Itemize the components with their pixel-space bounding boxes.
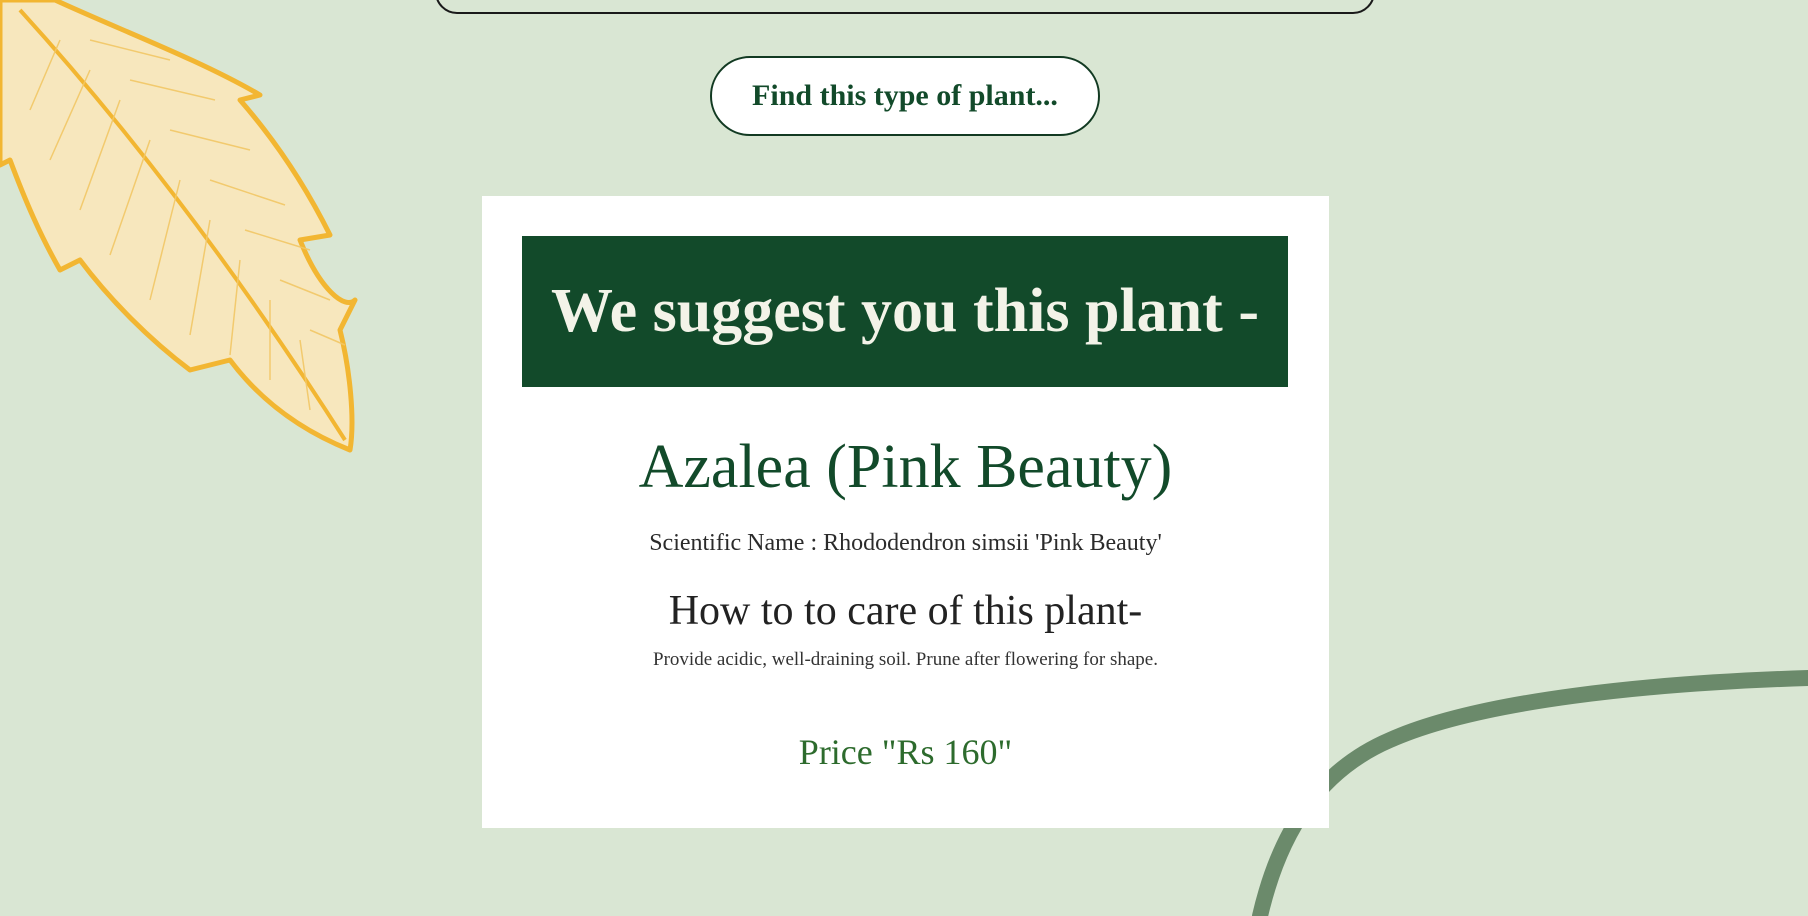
price-value: "Rs 160" <box>881 732 1013 772</box>
scientific-name: Scientific Name : Rhododendron simsii 'P… <box>482 529 1329 557</box>
price: Price "Rs 160" <box>482 730 1329 774</box>
care-instructions: Provide acidic, well-draining soil. Prun… <box>653 649 1158 670</box>
suggestion-banner-text: We suggest you this plant - <box>551 277 1259 345</box>
leaf-decoration-icon <box>0 0 358 453</box>
scientific-name-label: Scientific Name : <box>649 530 824 556</box>
find-plant-button-label: Find this type of plant... <box>752 79 1058 112</box>
plant-name: Azalea (Pink Beauty) <box>638 433 1173 501</box>
search-input[interactable] <box>435 0 1375 14</box>
price-label: Price <box>798 732 882 772</box>
find-plant-button[interactable]: Find this type of plant... <box>710 56 1100 136</box>
suggestion-card: We suggest you this plant - Azalea (Pink… <box>482 196 1329 828</box>
care-heading: How to to care of this plant- <box>668 588 1143 634</box>
suggestion-banner: We suggest you this plant - <box>522 236 1288 387</box>
scientific-name-value: Rhododendron simsii 'Pink Beauty' <box>823 530 1162 556</box>
stem-decoration-icon <box>1252 670 1808 916</box>
